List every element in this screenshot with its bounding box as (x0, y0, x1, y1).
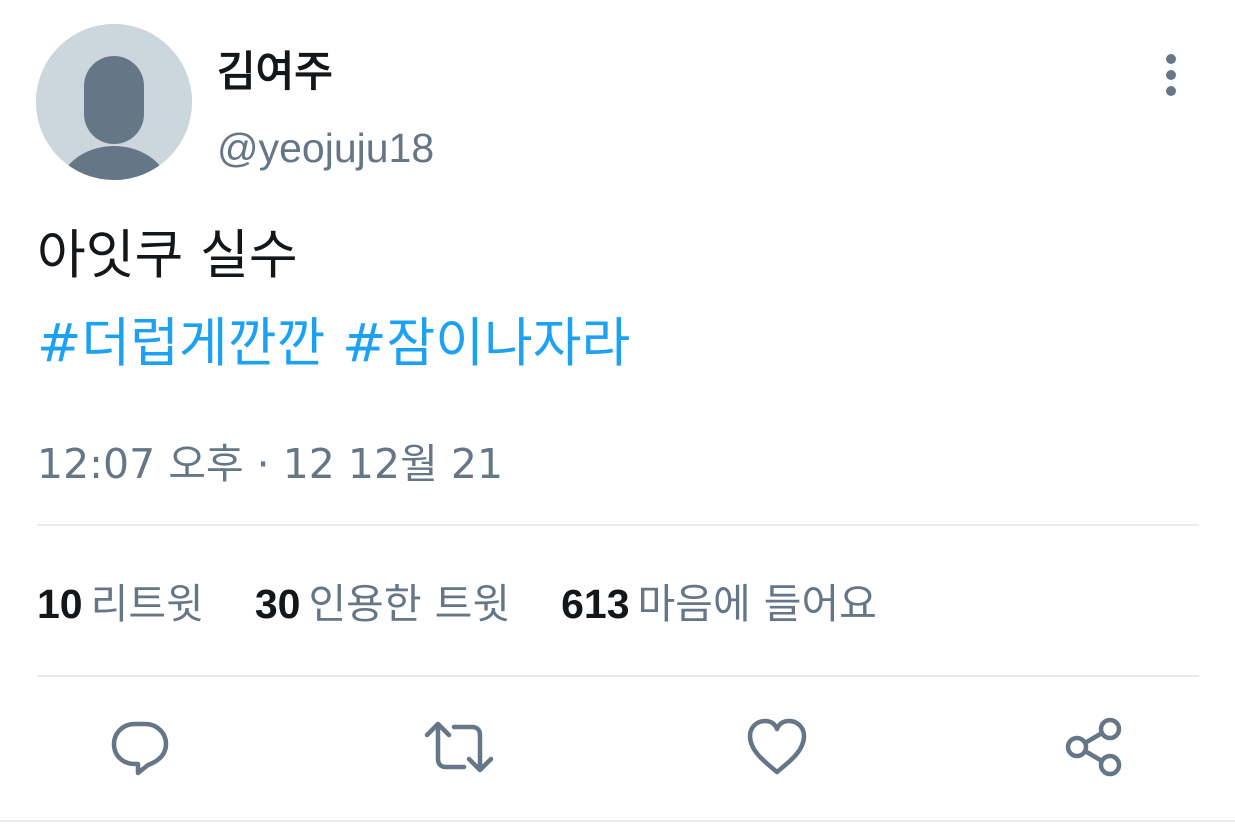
default-avatar-icon (36, 24, 192, 180)
retweet-button[interactable] (424, 715, 494, 779)
tweet-hashtags: #더럽게깐깐 #잠이나자라 (37, 308, 630, 380)
reply-icon (111, 721, 169, 776)
tweet-text: 아잇쿠 실수 (37, 225, 298, 286)
hashtag-link[interactable]: #더럽게깐깐 (37, 313, 325, 374)
retweet-count: 10 (37, 581, 83, 627)
quotes-stat[interactable]: 30 인용한 트윗 (255, 574, 510, 634)
share-icon (1065, 717, 1122, 777)
divider (37, 524, 1199, 526)
retweets-stat[interactable]: 10 리트윗 (37, 574, 204, 634)
avatar[interactable] (36, 24, 192, 180)
likes-stat[interactable]: 613 마음에 들어요 (561, 574, 877, 634)
like-button[interactable] (745, 715, 809, 779)
like-label: 마음에 들어요 (637, 580, 877, 628)
tweet-timestamp: 12:07 오후 · 12 12월 21 (37, 440, 504, 488)
display-name[interactable]: 김여주 (217, 44, 333, 100)
divider (37, 675, 1199, 677)
heart-icon (747, 718, 807, 775)
more-vertical-icon (1166, 54, 1176, 96)
hashtag-link[interactable]: #잠이나자라 (342, 313, 630, 374)
like-count: 613 (561, 581, 630, 627)
divider (0, 820, 1235, 822)
reply-button[interactable] (108, 715, 172, 779)
quote-count: 30 (254, 581, 301, 627)
user-handle[interactable]: @yeojuju18 (217, 120, 434, 176)
quote-label: 인용한 트윗 (308, 580, 511, 628)
retweet-label: 리트윗 (90, 580, 204, 628)
more-options-button[interactable] (1150, 50, 1194, 100)
tweet-stats: 10 리트윗 30 인용한 트윗 613 마음에 들어요 (37, 574, 915, 634)
retweet-icon (424, 721, 494, 773)
share-button[interactable] (1062, 715, 1126, 779)
